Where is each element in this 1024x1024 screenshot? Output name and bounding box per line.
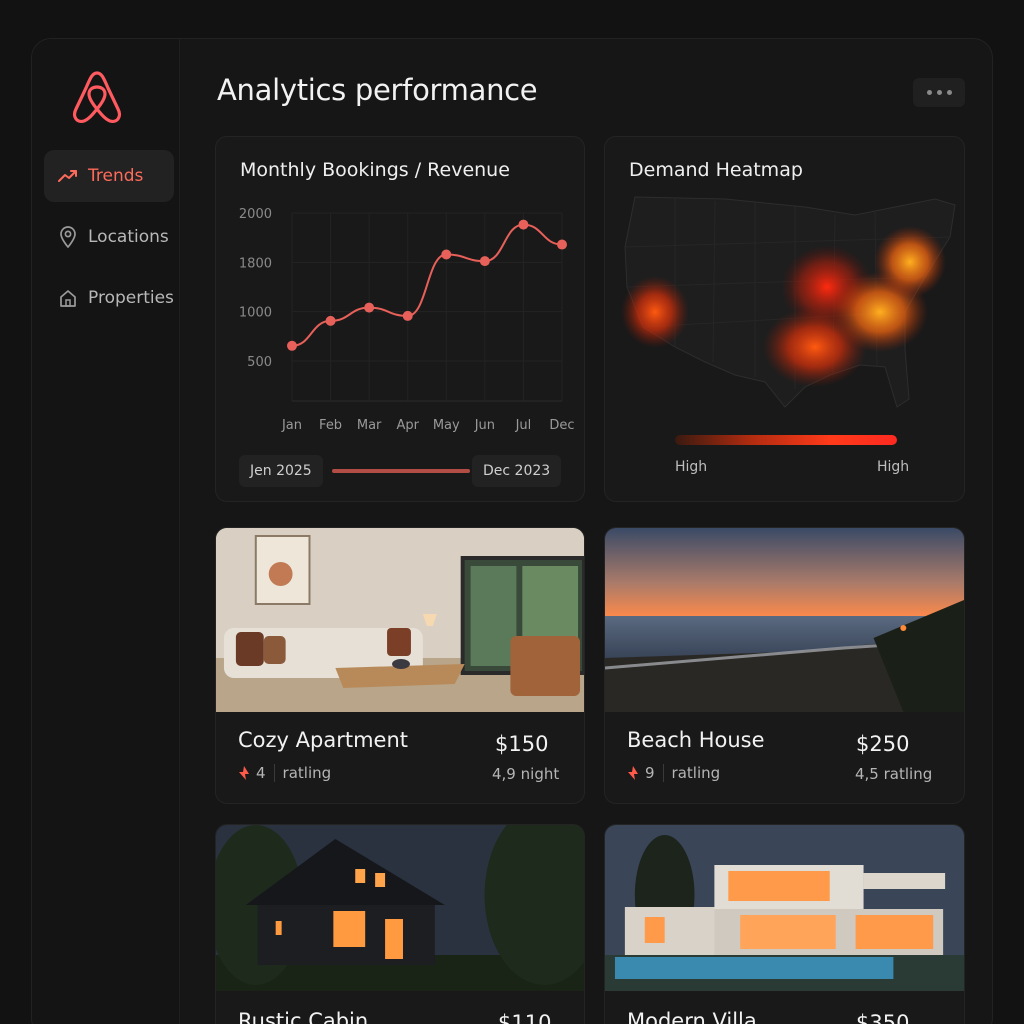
property-sub: 4,5 ratling	[855, 765, 932, 783]
data-point	[479, 256, 490, 267]
rating-label: ratling	[282, 764, 332, 782]
sub-label: night	[520, 765, 560, 783]
property-rating: 4 ratling	[238, 764, 331, 782]
range-end-button[interactable]: Dec 2023	[472, 455, 562, 487]
property-name: Cozy Apartment	[238, 728, 408, 752]
sub-value: 4,5	[855, 765, 879, 783]
legend-low-label: High	[675, 459, 708, 475]
sub-value: 4,9	[492, 765, 516, 783]
data-point	[287, 340, 297, 351]
trend-icon	[58, 170, 77, 182]
property-card[interactable]: Rustic Cabin $110	[215, 824, 585, 1024]
range-slider-track[interactable]	[332, 469, 470, 473]
rating-label: ratling	[671, 764, 721, 782]
property-price: $350	[856, 1011, 910, 1024]
home-icon	[60, 290, 76, 307]
x-tick-label: Feb	[319, 418, 342, 433]
sidebar-item-label: Locations	[88, 227, 169, 247]
dot-icon	[926, 90, 932, 95]
data-point	[402, 310, 413, 321]
range-start-button[interactable]: Jen 2025	[239, 455, 323, 487]
y-tick-label: 500	[247, 355, 272, 370]
x-tick-label: May	[433, 418, 460, 433]
property-rating: 9 ratling	[627, 764, 720, 782]
data-point	[518, 219, 529, 230]
us-heatmap[interactable]	[605, 137, 965, 427]
property-sub: 4,9 night	[492, 765, 559, 783]
location-pin-icon	[60, 226, 76, 248]
sidebar-item-locations[interactable]: Locations	[44, 211, 174, 263]
page-title: Analytics performance	[217, 73, 538, 107]
beach-photo	[605, 528, 964, 712]
data-point	[557, 239, 567, 250]
sidebar-item-trends[interactable]: Trends	[44, 150, 174, 202]
x-tick-label: Dec	[549, 418, 574, 433]
flame-icon	[628, 766, 638, 780]
rating-count: 9	[645, 764, 655, 782]
property-card[interactable]: Modern Villa $350	[604, 824, 965, 1024]
property-name: Beach House	[627, 728, 765, 752]
series-line	[291, 223, 563, 347]
y-tick-label: 1800	[239, 256, 272, 271]
heatmap-legend-gradient	[675, 435, 897, 445]
divider	[662, 764, 664, 782]
flame-icon	[239, 766, 249, 780]
villa-photo	[605, 825, 964, 991]
sidebar-item-label: Trends	[88, 166, 144, 186]
x-tick-label: Jul	[515, 418, 532, 433]
data-point	[325, 315, 336, 326]
data-point	[364, 302, 375, 313]
y-tick-label: 1000	[239, 306, 272, 321]
dot-icon	[936, 90, 942, 95]
divider	[273, 764, 275, 782]
x-tick-label: Apr	[396, 418, 419, 433]
x-tick-label: Jan	[281, 418, 302, 433]
bookings-chart-card: Monthly Bookings / Revenue 2000 1800 1000 5…	[215, 136, 585, 502]
property-price: $150	[495, 732, 549, 756]
airbnb-logo-icon[interactable]	[70, 69, 124, 125]
legend-high-label: High	[877, 459, 910, 475]
more-options-button[interactable]	[913, 78, 965, 107]
property-card[interactable]: Beach House $250 9 ratling 4,5 ratling	[604, 527, 965, 804]
x-tick-label: Mar	[357, 418, 382, 433]
sidebar-item-properties[interactable]: Properties	[44, 272, 174, 324]
property-name: Rustic Cabin	[238, 1009, 369, 1024]
apartment-photo	[216, 528, 584, 712]
sidebar-item-label: Properties	[88, 288, 174, 308]
property-name: Modern Villa	[627, 1009, 757, 1024]
sub-label: ratling	[883, 765, 933, 783]
x-tick-label: Jun	[474, 418, 495, 433]
property-price: $250	[856, 732, 910, 756]
property-price: $110	[498, 1011, 552, 1024]
data-point	[441, 249, 452, 260]
line-chart: 2000 1800 1000 500 Jan Feb Mar Apr May Jun Jul Dec	[239, 207, 575, 433]
rating-count: 4	[256, 764, 266, 782]
sidebar: Trends Locations Properties	[32, 39, 180, 1024]
app-window: Trends Locations Properties Analytics pe…	[31, 38, 993, 1024]
cabin-photo	[216, 825, 584, 991]
property-card[interactable]: Cozy Apartment $150 4 ratling 4,9 night	[215, 527, 585, 804]
heatmap-card: Demand Heatmap High High	[604, 136, 965, 502]
dot-icon	[946, 90, 952, 95]
y-tick-label: 2000	[239, 207, 272, 222]
